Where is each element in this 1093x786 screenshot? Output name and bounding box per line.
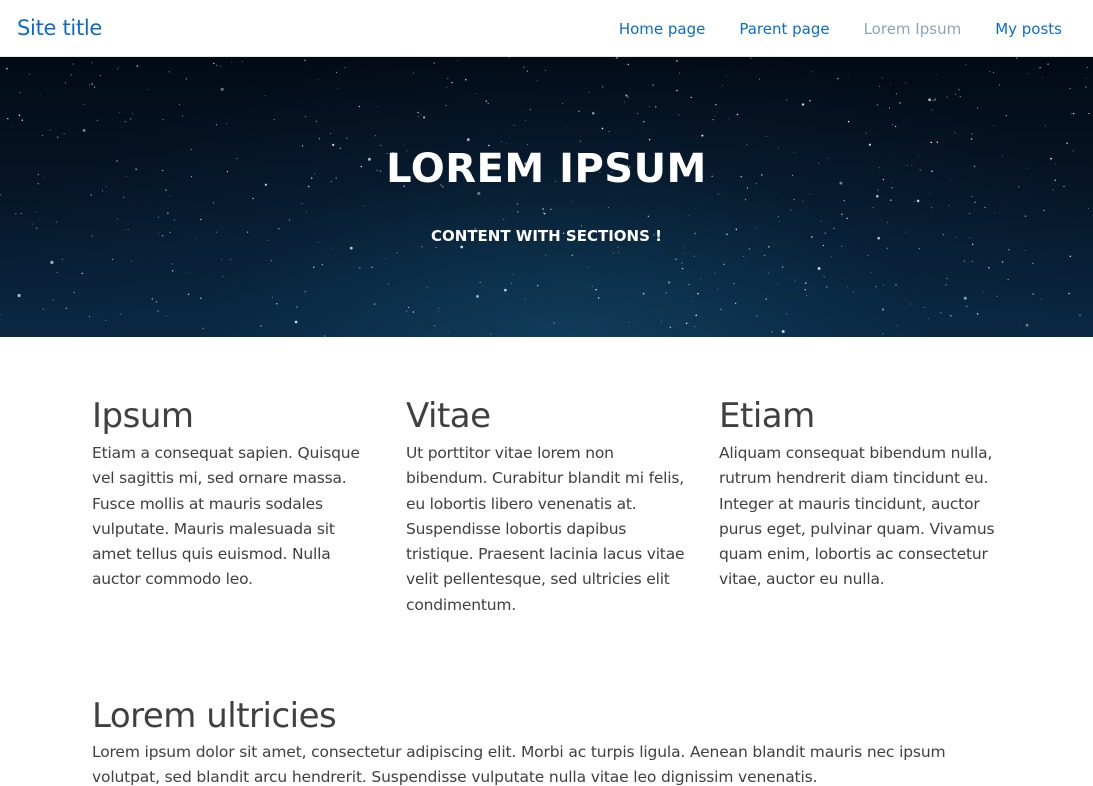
nav-link-lorem-ipsum[interactable]: Lorem Ipsum [864,19,962,39]
column-text: Ut porttitor vitae lorem non bibendum. C… [406,444,685,614]
hero-title: LOREM IPSUM [386,146,707,192]
section-text: Lorem ipsum dolor sit amet, consectetur … [92,743,946,786]
column-heading: Vitae [406,396,491,436]
column-ipsum: Ipsum Etiam a consequat sapien. Quisque … [92,396,374,593]
site-title-link[interactable]: Site title [17,15,102,41]
starfield-background [0,57,1090,337]
nav-link-parent[interactable]: Parent page [739,19,829,39]
hero-subtitle: CONTENT WITH SECTIONS ! [431,227,662,245]
column-heading: Etiam [719,396,815,436]
nav-link-my-posts[interactable]: My posts [995,19,1062,39]
nav-link-home[interactable]: Home page [619,19,706,39]
column-heading: Ipsum [92,396,194,436]
hero-banner: LOREM IPSUM CONTENT WITH SECTIONS ! [0,57,1093,337]
lorem-ultricies-section: Lorem ultricies Lorem ipsum dolor sit am… [92,696,992,786]
column-etiam: Etiam Aliquam consequat bibendum nulla, … [719,396,1001,593]
nav-links: Home page Parent page Lorem Ipsum My pos… [585,19,1062,39]
column-text: Aliquam consequat bibendum nulla, rutrum… [719,444,995,589]
section-heading: Lorem ultricies [92,696,337,736]
column-vitae: Vitae Ut porttitor vitae lorem non biben… [406,396,688,618]
navbar: Site title Home page Parent page Lorem I… [0,0,1093,57]
column-text: Etiam a consequat sapien. Quisque vel sa… [92,444,360,589]
